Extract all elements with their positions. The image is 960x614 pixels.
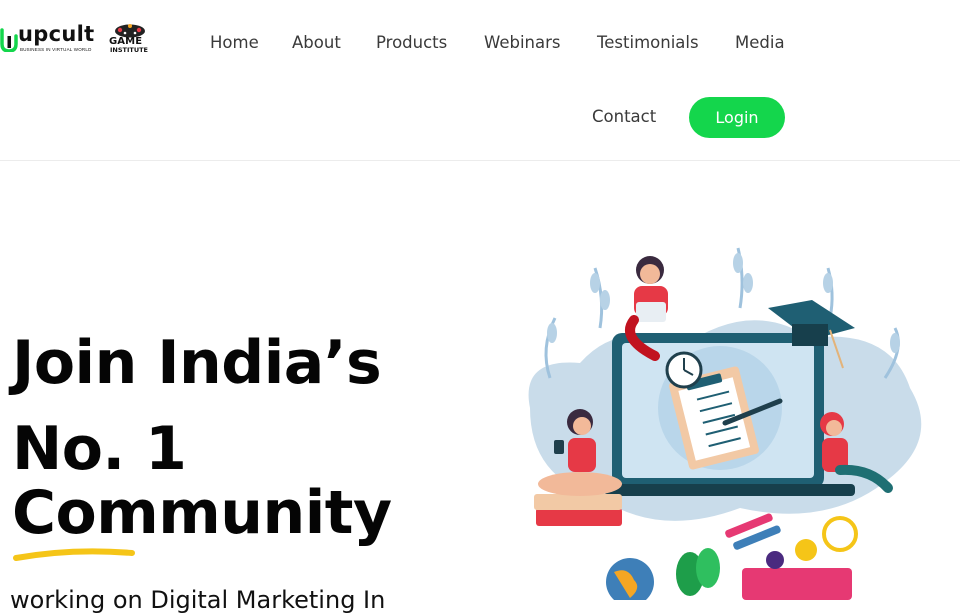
upcult-tagline: BUSINESS IN VIRTUAL WORLD <box>20 47 92 52</box>
online-learning-illustration <box>528 247 922 600</box>
title-underline-decoration <box>13 548 135 561</box>
nav-testimonials[interactable]: Testimonials <box>597 33 699 53</box>
nav-about[interactable]: About <box>292 33 341 53</box>
site-header: upcult BUSINESS IN VIRTUAL WORLD GAME IN… <box>0 0 960 161</box>
upcult-logo[interactable]: upcult BUSINESS IN VIRTUAL WORLD <box>0 22 104 56</box>
nav-home[interactable]: Home <box>210 33 259 53</box>
nav-contact[interactable]: Contact <box>592 107 656 127</box>
hero-title-line-3: Community <box>12 478 392 548</box>
upcult-wordmark: upcult <box>18 22 95 46</box>
institute-wordmark: INSTITUTE <box>110 46 148 54</box>
nav-products[interactable]: Products <box>376 33 447 53</box>
hero-title-line-1: Join India’s <box>12 328 382 398</box>
game-institute-logo[interactable]: GAME INSTITUTE <box>108 22 154 56</box>
nav-webinars[interactable]: Webinars <box>484 33 561 53</box>
nav-media[interactable]: Media <box>735 33 785 53</box>
hero-subtitle: working on Digital Marketing In <box>10 586 386 614</box>
hero-title-line-2: No. 1 <box>12 414 187 484</box>
login-button[interactable]: Login <box>689 97 785 138</box>
upcult-logo-icon <box>0 28 18 52</box>
